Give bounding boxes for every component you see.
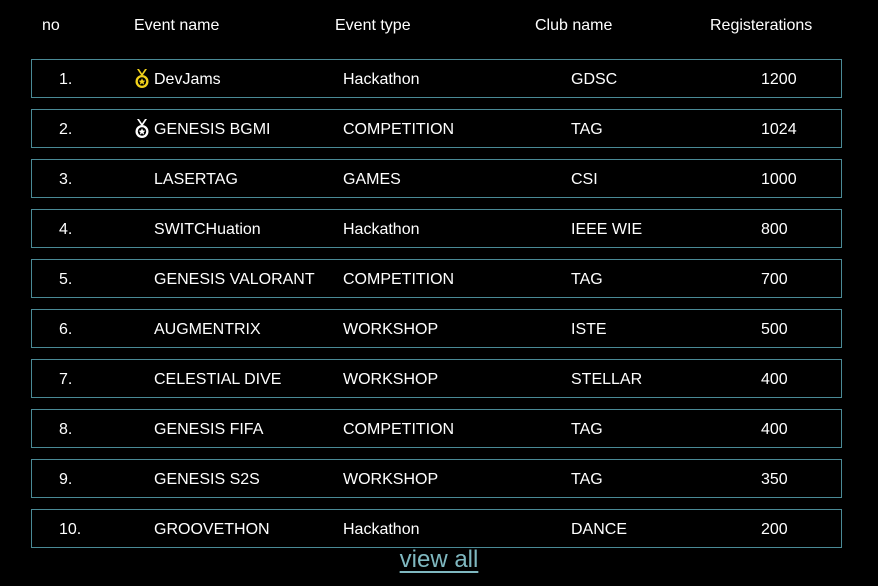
table-row[interactable]: 5. GENESIS VALORANT COMPETITION TAG 700 [31, 259, 842, 298]
table-row[interactable]: 9. GENESIS S2S WORKSHOP TAG 350 [31, 459, 842, 498]
row-club-name: STELLAR [571, 371, 643, 388]
header-no: no [42, 17, 60, 34]
row-event-type: Hackathon [343, 221, 420, 238]
row-no: 2. [59, 121, 73, 138]
row-event-name: CELESTIAL DIVE [154, 371, 282, 388]
row-event-name: DevJams [154, 71, 221, 88]
row-event-type: Hackathon [343, 521, 420, 538]
row-registrations: 350 [761, 471, 788, 488]
row-club-name: TAG [571, 271, 603, 288]
row-event-name: GROOVETHON [154, 521, 270, 538]
row-event-name: GENESIS VALORANT [154, 271, 315, 288]
row-event-type: Hackathon [343, 71, 420, 88]
table-row[interactable]: 2. GENESIS BGMI COMPETITION TAG 1024 [31, 109, 842, 148]
row-club-name: IEEE WIE [571, 221, 643, 238]
table-row[interactable]: 6. AUGMENTRIX WORKSHOP ISTE 500 [31, 309, 842, 348]
row-event-name: SWITCHuation [154, 221, 261, 238]
row-event-type: GAMES [343, 171, 401, 188]
silver-medal-icon [133, 119, 151, 139]
row-club-name: TAG [571, 421, 603, 438]
header-event-type: Event type [335, 17, 411, 34]
table-row[interactable]: 7. CELESTIAL DIVE WORKSHOP STELLAR 400 [31, 359, 842, 398]
row-event-name: LASERTAG [154, 171, 238, 188]
row-no: 5. [59, 271, 73, 288]
row-registrations: 1000 [761, 171, 797, 188]
row-registrations: 1024 [761, 121, 797, 138]
row-event-type: COMPETITION [343, 121, 455, 138]
row-no: 1. [59, 71, 73, 88]
table-row[interactable]: 10. GROOVETHON Hackathon DANCE 200 [31, 509, 842, 548]
row-event-type: COMPETITION [343, 421, 455, 438]
row-event-type: WORKSHOP [343, 471, 439, 488]
table-header: no Event name Event type Club name Regis… [0, 0, 878, 54]
row-no: 3. [59, 171, 73, 188]
row-event-type: WORKSHOP [343, 371, 439, 388]
table-row[interactable]: 1. DevJams Hackathon GDSC 1200 [31, 59, 842, 98]
row-club-name: ISTE [571, 321, 607, 338]
row-registrations: 400 [761, 421, 788, 438]
row-event-type: WORKSHOP [343, 321, 439, 338]
row-club-name: CSI [571, 171, 598, 188]
header-club-name: Club name [535, 17, 613, 34]
row-club-name: TAG [571, 121, 603, 138]
table-row[interactable]: 4. SWITCHuation Hackathon IEEE WIE 800 [31, 209, 842, 248]
table-row[interactable]: 3. LASERTAG GAMES CSI 1000 [31, 159, 842, 198]
events-table: 1. DevJams Hackathon GDSC 1200 2. GENESI… [31, 59, 844, 559]
row-no: 8. [59, 421, 73, 438]
row-registrations: 1200 [761, 71, 797, 88]
row-registrations: 500 [761, 321, 788, 338]
row-event-name: GENESIS FIFA [154, 421, 264, 438]
header-event-name: Event name [134, 17, 220, 34]
row-registrations: 700 [761, 271, 788, 288]
row-no: 4. [59, 221, 73, 238]
row-registrations: 400 [761, 371, 788, 388]
row-registrations: 800 [761, 221, 788, 238]
row-event-type: COMPETITION [343, 271, 455, 288]
row-no: 10. [59, 521, 82, 538]
row-event-name: GENESIS BGMI [154, 121, 271, 138]
row-event-name: GENESIS S2S [154, 471, 260, 488]
row-no: 6. [59, 321, 73, 338]
row-club-name: GDSC [571, 71, 618, 88]
row-event-name: AUGMENTRIX [154, 321, 261, 338]
row-club-name: DANCE [571, 521, 628, 538]
row-club-name: TAG [571, 471, 603, 488]
row-no: 7. [59, 371, 73, 388]
gold-medal-icon [133, 69, 151, 89]
row-registrations: 200 [761, 521, 788, 538]
row-no: 9. [59, 471, 73, 488]
view-all-link[interactable]: view all [0, 546, 878, 574]
table-row[interactable]: 8. GENESIS FIFA COMPETITION TAG 400 [31, 409, 842, 448]
header-registrations: Registerations [710, 17, 813, 34]
